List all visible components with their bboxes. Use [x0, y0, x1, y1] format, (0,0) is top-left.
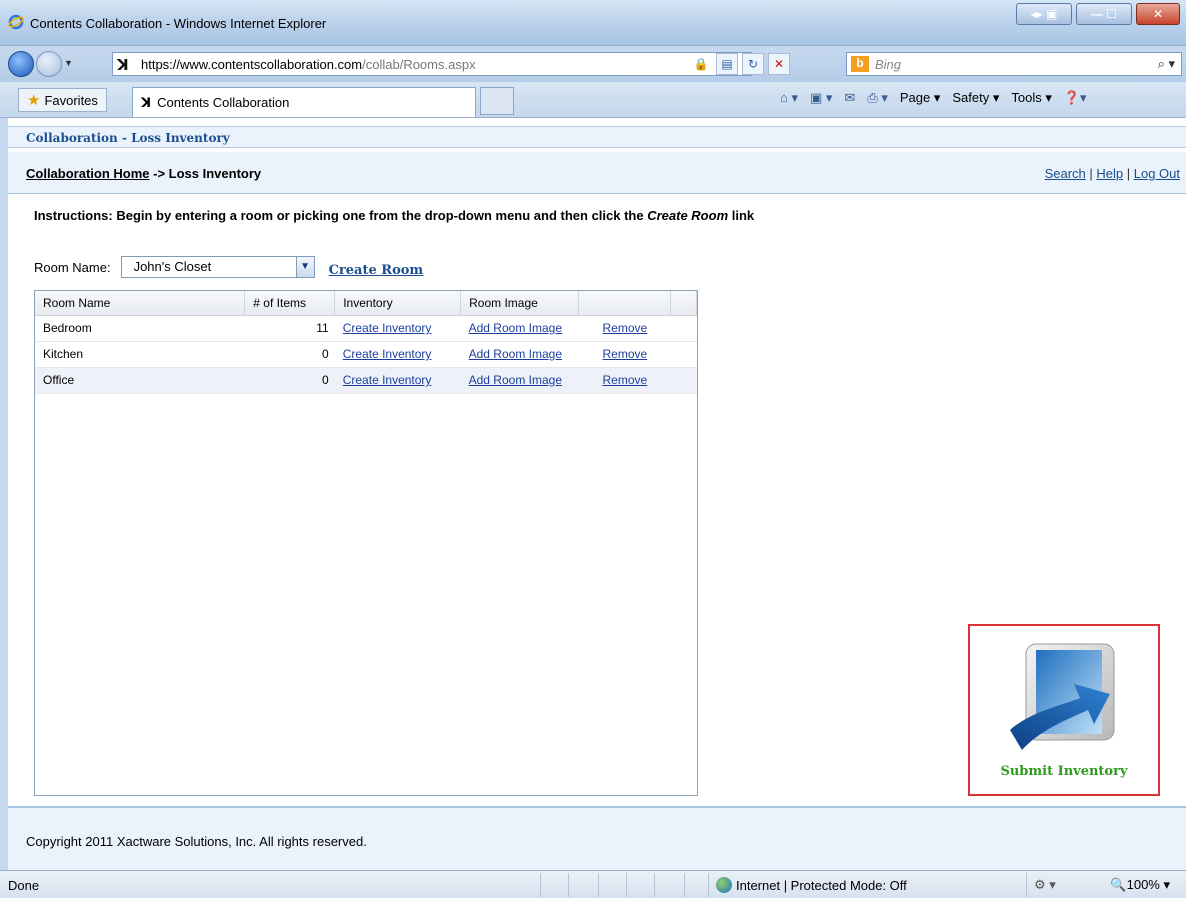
- create-inventory-link[interactable]: Create Inventory: [343, 347, 432, 361]
- logout-link[interactable]: Log Out: [1134, 166, 1180, 181]
- chevron-down-icon[interactable]: ▼: [295, 257, 314, 277]
- globe-icon: [716, 877, 732, 893]
- minimize-maximize-buttons[interactable]: — ☐: [1076, 3, 1132, 25]
- column-header[interactable]: Room Image: [460, 291, 580, 316]
- bing-icon: b: [851, 56, 869, 72]
- protected-mode-icon[interactable]: ⚙ ▾: [1034, 877, 1056, 893]
- column-header[interactable]: Room Name: [35, 291, 246, 316]
- create-room-link[interactable]: Create Room: [329, 263, 424, 278]
- address-bar[interactable]: ꓘ https://www.contentscollaboration.com/…: [112, 52, 752, 76]
- address-toolbar: ▼ ꓘ https://www.contentscollaboration.co…: [0, 46, 1186, 82]
- breadcrumb-home-link[interactable]: Collaboration Home: [26, 166, 150, 181]
- status-text: Done: [8, 878, 40, 893]
- window-title: Contents Collaboration - Windows Interne…: [30, 16, 327, 31]
- room-name-label: Room Name:: [34, 259, 111, 275]
- create-inventory-link[interactable]: Create Inventory: [343, 373, 432, 387]
- copyright-text: Copyright 2011 Xactware Solutions, Inc. …: [26, 834, 367, 849]
- security-zone[interactable]: Internet | Protected Mode: Off: [716, 877, 907, 893]
- submit-arrow-icon: [1010, 643, 1115, 750]
- search-link[interactable]: Search: [1045, 166, 1086, 181]
- lock-icon[interactable]: 🔒: [690, 53, 712, 75]
- history-dropdown-icon[interactable]: ▼: [64, 58, 73, 68]
- site-favicon-icon: ꓘ: [117, 57, 129, 74]
- column-header[interactable]: Inventory: [334, 291, 462, 316]
- column-header-spacer: [670, 291, 698, 316]
- footer: Copyright 2011 Xactware Solutions, Inc. …: [8, 806, 1186, 870]
- status-bar: Done Internet | Protected Mode: Off ⚙ ▾ …: [0, 870, 1186, 898]
- star-icon: ★: [27, 92, 41, 109]
- favorites-bar: ★ Favorites ꓘ Contents Collaboration ⌂ ▾…: [0, 82, 1186, 118]
- top-links: Search | Help | Log Out: [1044, 166, 1180, 181]
- help-icon[interactable]: ❓▾: [1064, 90, 1087, 106]
- remove-link[interactable]: Remove: [603, 373, 648, 387]
- feeds-icon[interactable]: ▣ ▾: [810, 90, 832, 106]
- window-border: [0, 118, 8, 870]
- compatibility-view-icon[interactable]: ▤: [716, 53, 738, 75]
- search-input[interactable]: b Bing ⌕ ▾: [846, 52, 1182, 76]
- print-icon[interactable]: ⎙ ▾: [867, 90, 888, 106]
- column-header[interactable]: # of Items: [244, 291, 336, 316]
- create-inventory-link[interactable]: Create Inventory: [343, 321, 432, 335]
- tools-menu[interactable]: Tools ▾: [1011, 90, 1052, 106]
- section-header: Collaboration - Loss Inventory: [8, 126, 1186, 148]
- address-url: https://www.contentscollaboration.com/co…: [141, 57, 476, 72]
- submit-inventory-button[interactable]: Submit Inventory: [968, 624, 1160, 796]
- rooms-table: Room Name # of Items Inventory Room Imag…: [35, 291, 698, 394]
- home-icon[interactable]: ⌂ ▾: [780, 90, 798, 106]
- table-row: Office 0 Create Inventory Add Room Image…: [35, 367, 697, 394]
- page-content: Collaboration - Loss Inventory Collabora…: [8, 118, 1186, 870]
- title-bar: Contents Collaboration - Windows Interne…: [0, 0, 1186, 46]
- breadcrumb: Collaboration Home -> Loss Inventory: [26, 166, 262, 181]
- breadcrumb-bar: Collaboration Home -> Loss Inventory Sea…: [8, 152, 1186, 194]
- remove-link[interactable]: Remove: [603, 347, 648, 361]
- back-button[interactable]: [8, 51, 34, 77]
- forward-button[interactable]: [36, 51, 62, 77]
- instructions-text: Instructions: Begin by entering a room o…: [34, 208, 755, 223]
- add-room-image-link[interactable]: Add Room Image: [469, 321, 562, 335]
- safety-menu[interactable]: Safety ▾: [952, 90, 999, 106]
- tab-contents-collaboration[interactable]: ꓘ Contents Collaboration: [132, 87, 476, 117]
- favorites-button[interactable]: ★ Favorites: [18, 88, 107, 112]
- add-room-image-link[interactable]: Add Room Image: [469, 347, 562, 361]
- rooms-grid: Room Name # of Items Inventory Room Imag…: [34, 290, 698, 796]
- mail-icon[interactable]: ✉: [844, 90, 855, 106]
- table-row: Kitchen 0 Create Inventory Add Room Imag…: [35, 341, 697, 368]
- stop-icon[interactable]: ✕: [768, 53, 790, 75]
- table-row: Bedroom 11 Create Inventory Add Room Ima…: [35, 315, 697, 342]
- window-extra-buttons[interactable]: ◂▸ ▣: [1016, 3, 1072, 25]
- new-tab-button[interactable]: [480, 87, 514, 115]
- submit-inventory-label: Submit Inventory: [1000, 764, 1128, 779]
- zoom-level[interactable]: 🔍100% ▾: [1110, 877, 1170, 893]
- tab-favicon-icon: ꓘ: [141, 94, 152, 110]
- search-icon[interactable]: ⌕ ▾: [1158, 56, 1175, 72]
- close-window-button[interactable]: ✕: [1136, 3, 1180, 25]
- remove-link[interactable]: Remove: [603, 321, 648, 335]
- page-menu[interactable]: Page ▾: [900, 90, 941, 106]
- add-room-image-link[interactable]: Add Room Image: [469, 373, 562, 387]
- column-header: [578, 291, 671, 316]
- ie-icon: [8, 14, 24, 30]
- refresh-icon[interactable]: ↻: [742, 53, 764, 75]
- room-name-dropdown[interactable]: John's Closet ▼: [120, 256, 315, 278]
- help-link[interactable]: Help: [1096, 166, 1123, 181]
